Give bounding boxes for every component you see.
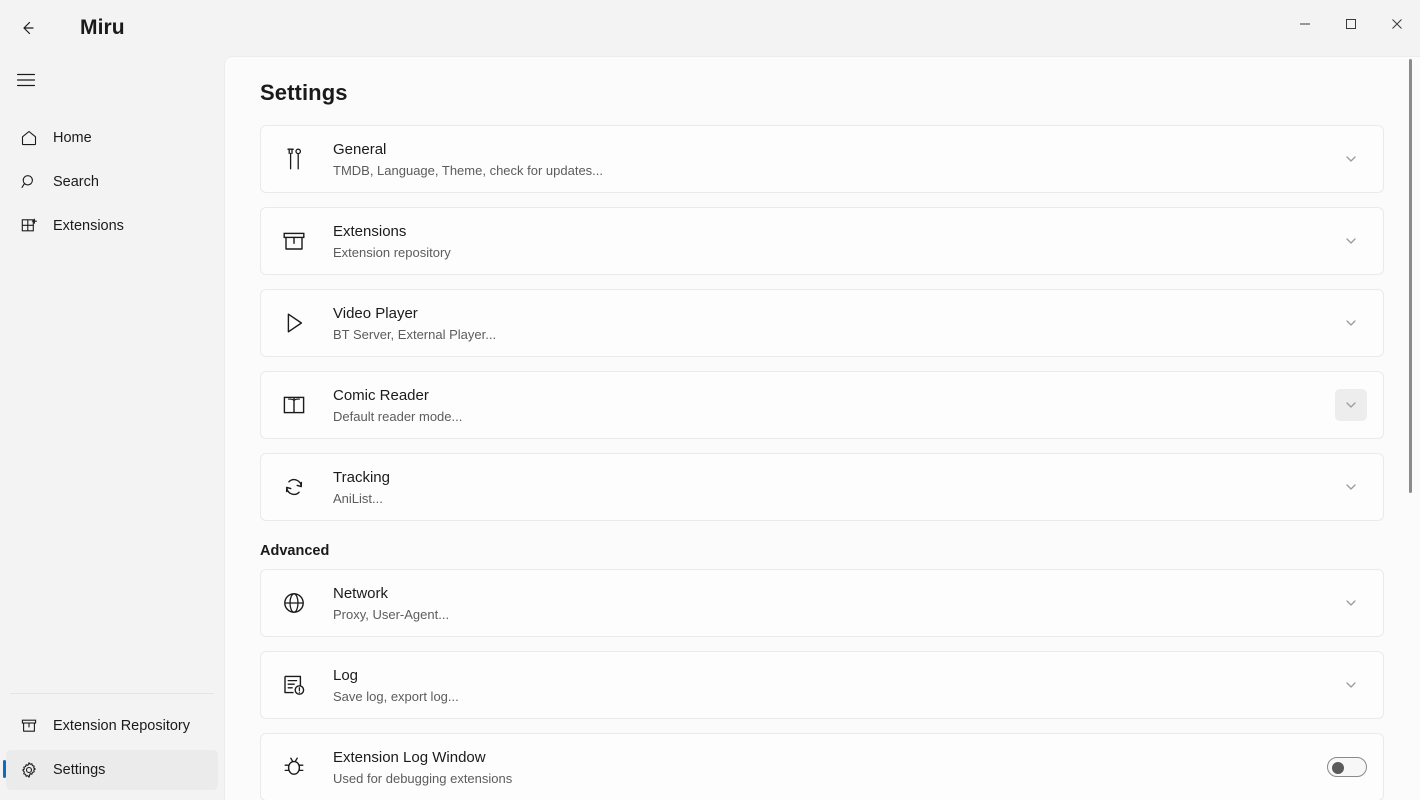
settings-card-network[interactable]: Network Proxy, User-Agent...	[260, 569, 1384, 637]
sidebar-item-home[interactable]: Home	[6, 118, 218, 158]
chevron-down-icon[interactable]	[1335, 307, 1367, 339]
gear-icon	[19, 760, 39, 780]
sidebar-divider	[10, 693, 214, 694]
app-title: Miru	[80, 16, 125, 40]
card-text: Extensions Extension repository	[333, 221, 1325, 262]
card-subtitle: Proxy, User-Agent...	[333, 605, 1325, 624]
open-book-icon	[279, 390, 309, 420]
sidebar-item-settings[interactable]: Settings	[6, 750, 218, 790]
card-text: Comic Reader Default reader mode...	[333, 385, 1325, 426]
sidebar-item-label: Search	[53, 174, 99, 190]
page-title: Settings	[260, 80, 1420, 106]
sidebar: Home Search	[0, 56, 224, 800]
sidebar-nav: Home Search	[0, 118, 224, 246]
sidebar-item-label: Settings	[53, 762, 105, 778]
card-title: Comic Reader	[333, 385, 1325, 406]
sync-arrows-icon	[279, 472, 309, 502]
card-title: Extensions	[333, 221, 1325, 242]
settings-card-log[interactable]: Log Save log, export log...	[260, 651, 1384, 719]
toggle-knob	[1332, 762, 1344, 774]
archive-box-icon	[19, 716, 39, 736]
arrow-left-icon	[18, 18, 38, 38]
globe-icon	[279, 588, 309, 618]
card-title: Log	[333, 665, 1325, 686]
card-subtitle: Default reader mode...	[333, 407, 1325, 426]
log-document-icon	[279, 670, 309, 700]
chevron-down-icon[interactable]	[1335, 389, 1367, 421]
settings-card-extension-log-window[interactable]: Extension Log Window Used for debugging …	[260, 733, 1384, 800]
sidebar-item-extension-repository[interactable]: Extension Repository	[6, 706, 218, 746]
card-text: Extension Log Window Used for debugging …	[333, 747, 1317, 788]
play-triangle-icon	[279, 308, 309, 338]
window-controls	[1282, 0, 1420, 48]
settings-card-extensions[interactable]: Extensions Extension repository	[260, 207, 1384, 275]
sidebar-item-label: Home	[53, 130, 92, 146]
close-icon	[1391, 18, 1403, 30]
card-subtitle: Save log, export log...	[333, 687, 1325, 706]
card-subtitle: Extension repository	[333, 243, 1325, 262]
chevron-down-icon[interactable]	[1335, 587, 1367, 619]
maximize-button[interactable]	[1328, 0, 1374, 48]
card-subtitle: AniList...	[333, 489, 1325, 508]
minimize-icon	[1299, 18, 1311, 30]
sidebar-item-extensions[interactable]: Extensions	[6, 206, 218, 246]
section-heading-advanced: Advanced	[260, 543, 1420, 559]
sidebar-item-label: Extensions	[53, 218, 124, 234]
minimize-button[interactable]	[1282, 0, 1328, 48]
title-bar: Miru	[0, 0, 1420, 56]
home-icon	[19, 128, 39, 148]
advanced-card-list: Network Proxy, User-Agent...	[225, 569, 1420, 800]
settings-card-video-player[interactable]: Video Player BT Server, External Player.…	[260, 289, 1384, 357]
settings-card-comic-reader[interactable]: Comic Reader Default reader mode...	[260, 371, 1384, 439]
card-title: General	[333, 139, 1325, 160]
bug-icon	[279, 752, 309, 782]
scrollbar-thumb[interactable]	[1409, 59, 1412, 493]
sidebar-item-label: Extension Repository	[53, 718, 190, 734]
chevron-down-icon[interactable]	[1335, 471, 1367, 503]
card-subtitle: Used for debugging extensions	[333, 769, 1317, 788]
extensions-grid-icon	[19, 216, 39, 236]
archive-box-icon	[279, 226, 309, 256]
chevron-down-icon[interactable]	[1335, 225, 1367, 257]
sidebar-item-search[interactable]: Search	[6, 162, 218, 202]
close-button[interactable]	[1374, 0, 1420, 48]
hamburger-icon	[17, 73, 35, 87]
card-title: Video Player	[333, 303, 1325, 324]
card-text: Tracking AniList...	[333, 467, 1325, 508]
card-text: Log Save log, export log...	[333, 665, 1325, 706]
extension-log-window-toggle[interactable]	[1327, 757, 1367, 777]
settings-card-list: General TMDB, Language, Theme, check for…	[225, 125, 1420, 521]
card-text: General TMDB, Language, Theme, check for…	[333, 139, 1325, 180]
settings-card-general[interactable]: General TMDB, Language, Theme, check for…	[260, 125, 1384, 193]
settings-scroll-area[interactable]: Settings General TMDB, Languag	[225, 57, 1420, 800]
app-window: Miru	[0, 0, 1420, 800]
chevron-down-icon[interactable]	[1335, 143, 1367, 175]
settings-card-tracking[interactable]: Tracking AniList...	[260, 453, 1384, 521]
maximize-icon	[1345, 18, 1357, 30]
search-icon	[19, 172, 39, 192]
card-title: Tracking	[333, 467, 1325, 488]
menu-toggle-button[interactable]	[6, 62, 46, 98]
card-title: Extension Log Window	[333, 747, 1317, 768]
card-subtitle: TMDB, Language, Theme, check for updates…	[333, 161, 1325, 180]
card-title: Network	[333, 583, 1325, 604]
content-scrollbar[interactable]	[1404, 57, 1418, 800]
back-button[interactable]	[6, 9, 50, 47]
tools-icon	[279, 144, 309, 174]
card-text: Video Player BT Server, External Player.…	[333, 303, 1325, 344]
sidebar-bottom-nav: Extension Repository Settings	[0, 693, 224, 794]
card-text: Network Proxy, User-Agent...	[333, 583, 1325, 624]
content-panel: Settings General TMDB, Languag	[224, 56, 1420, 800]
card-subtitle: BT Server, External Player...	[333, 325, 1325, 344]
chevron-down-icon[interactable]	[1335, 669, 1367, 701]
